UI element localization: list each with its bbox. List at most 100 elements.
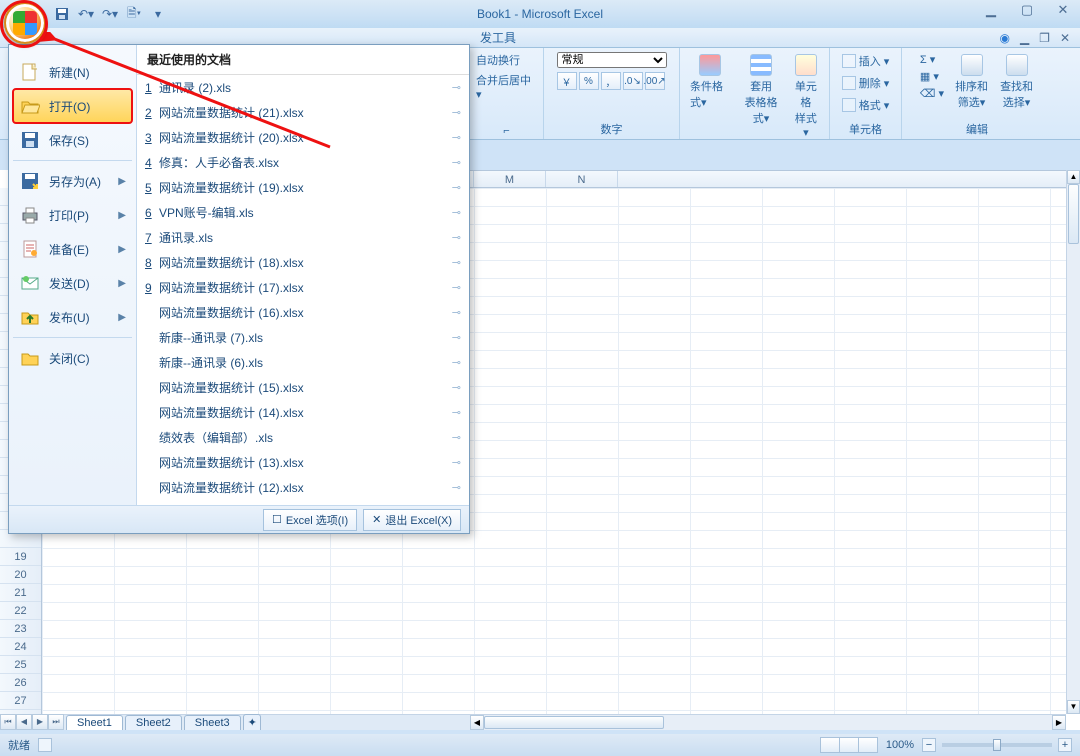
redo-icon[interactable]: ↷▾ [102, 6, 118, 22]
conditional-format-button[interactable]: 条件格式▾ [686, 52, 733, 112]
menu-item-print[interactable]: 打印(P)▶ [13, 198, 132, 232]
scroll-right-button[interactable]: ▶ [1052, 715, 1066, 730]
menu-item-open[interactable]: 打开(O) [13, 89, 132, 123]
recent-document-item[interactable]: 1通讯录 (2).xls⊸ [137, 75, 469, 100]
recent-document-item[interactable]: 9网站流量数据统计 (17).xlsx⊸ [137, 275, 469, 300]
pin-icon[interactable]: ⊸ [452, 256, 461, 269]
undo-icon[interactable]: ↶▾ [78, 6, 94, 22]
recent-document-item[interactable]: 8网站流量数据统计 (18).xlsx⊸ [137, 250, 469, 275]
tab-nav-prev[interactable]: ◀ [16, 714, 32, 730]
help-icon[interactable]: ◉ [999, 31, 1009, 45]
maximize-button[interactable]: ▢ [1016, 2, 1038, 18]
workbook-minimize-button[interactable]: ▁ [1020, 31, 1029, 45]
format-as-table-button[interactable]: 套用 表格格式▾ [737, 52, 784, 128]
recent-document-item[interactable]: 网站流量数据统计 (14).xlsx⊸ [137, 400, 469, 425]
recent-document-item[interactable]: 3网站流量数据统计 (20).xlsx⊸ [137, 125, 469, 150]
menu-item-save[interactable]: 保存(S) [13, 123, 132, 157]
column-header[interactable]: M [474, 171, 546, 187]
hscroll-thumb[interactable] [484, 716, 664, 729]
delete-button[interactable]: 删除 ▾ [839, 74, 893, 92]
row-header[interactable]: 19 [0, 548, 41, 566]
row-header[interactable]: 27 [0, 692, 41, 710]
pin-icon[interactable]: ⊸ [452, 131, 461, 144]
menu-item-send[interactable]: 发送(D)▶ [13, 266, 132, 300]
recent-document-item[interactable]: 网站流量数据统计 (12).xlsx⊸ [137, 475, 469, 500]
insert-button[interactable]: 插入 ▾ [839, 52, 893, 70]
menu-item-close[interactable]: 关闭(C) [13, 341, 132, 375]
sheet-tab-3[interactable]: Sheet3 [184, 715, 241, 730]
sheet-tab-2[interactable]: Sheet2 [125, 715, 182, 730]
sheet-tab-1[interactable]: Sheet1 [66, 715, 123, 730]
tab-nav-next[interactable]: ▶ [32, 714, 48, 730]
merge-center-button[interactable]: 合并后居中 ▾ [476, 72, 537, 101]
pin-icon[interactable]: ⊸ [452, 381, 461, 394]
ribbon-tab-visible[interactable]: 发工具 [470, 27, 526, 48]
recent-document-item[interactable]: 2网站流量数据统计 (21).xlsx⊸ [137, 100, 469, 125]
scroll-down-button[interactable]: ▼ [1067, 700, 1080, 714]
pin-icon[interactable]: ⊸ [452, 356, 461, 369]
scroll-up-button[interactable]: ▲ [1067, 170, 1080, 184]
recent-document-item[interactable]: 6VPN账号-编辑.xls⊸ [137, 200, 469, 225]
tab-nav-last[interactable]: ⏭ [48, 714, 64, 730]
zoom-slider[interactable] [942, 743, 1052, 747]
office-button[interactable] [4, 2, 46, 44]
autosum-button[interactable]: Σ ▾ [917, 52, 947, 67]
recent-document-item[interactable]: 7通讯录.xls⊸ [137, 225, 469, 250]
pin-icon[interactable]: ⊸ [452, 281, 461, 294]
minimize-button[interactable]: ▁ [980, 2, 1002, 18]
close-button[interactable]: ✕ [1052, 2, 1074, 18]
group-corner-icon[interactable]: ⌐ [503, 123, 509, 139]
row-header[interactable]: 23 [0, 620, 41, 638]
recent-document-item[interactable]: 新康--通讯录 (7).xls⊸ [137, 325, 469, 350]
recent-document-item[interactable]: 网站流量数据统计 (13).xlsx⊸ [137, 450, 469, 475]
excel-options-button[interactable]: ☐Excel 选项(I) [263, 509, 357, 531]
row-header[interactable]: 21 [0, 584, 41, 602]
pin-icon[interactable]: ⊸ [452, 306, 461, 319]
exit-excel-button[interactable]: ✕退出 Excel(X) [363, 509, 461, 531]
clear-button[interactable]: ⌫ ▾ [917, 86, 947, 101]
pin-icon[interactable]: ⊸ [452, 481, 461, 494]
vertical-scrollbar[interactable]: ▲ ▼ [1066, 170, 1080, 714]
row-header[interactable]: 20 [0, 566, 41, 584]
decrease-decimal-button[interactable]: .00↗ [645, 72, 665, 90]
row-header[interactable]: 25 [0, 656, 41, 674]
pin-icon[interactable]: ⊸ [452, 431, 461, 444]
pin-icon[interactable]: ⊸ [452, 406, 461, 419]
new-sheet-button[interactable]: ✦ [243, 714, 261, 730]
normal-view-button[interactable] [820, 737, 840, 753]
currency-button[interactable]: ￥ [557, 72, 577, 90]
save-icon[interactable] [54, 6, 70, 22]
pin-icon[interactable]: ⊸ [452, 206, 461, 219]
row-header[interactable]: 26 [0, 674, 41, 692]
zoom-out-button[interactable]: − [922, 738, 936, 752]
macro-record-icon[interactable] [38, 738, 52, 752]
workbook-close-button[interactable]: ✕ [1060, 31, 1070, 45]
number-format-select[interactable]: 常规 [557, 52, 667, 68]
row-header[interactable]: 22 [0, 602, 41, 620]
recent-document-item[interactable]: 新康--通讯录 (6).xls⊸ [137, 350, 469, 375]
zoom-level[interactable]: 100% [886, 739, 914, 751]
page-layout-view-button[interactable] [839, 737, 859, 753]
percent-button[interactable]: % [579, 72, 599, 90]
pin-icon[interactable]: ⊸ [452, 331, 461, 344]
menu-item-new[interactable]: 新建(N) [13, 55, 132, 89]
format-button[interactable]: 格式 ▾ [839, 96, 893, 114]
qat-customize-icon[interactable]: ▾ [150, 6, 166, 22]
pin-icon[interactable]: ⊸ [452, 156, 461, 169]
horizontal-scrollbar[interactable]: ◀ ▶ [470, 714, 1066, 730]
recent-document-item[interactable]: 网站流量数据统计 (15).xlsx⊸ [137, 375, 469, 400]
recent-document-item[interactable]: 5网站流量数据统计 (19).xlsx⊸ [137, 175, 469, 200]
print-preview-icon[interactable]: 🗎▾ [126, 6, 142, 22]
pin-icon[interactable]: ⊸ [452, 231, 461, 244]
scroll-left-button[interactable]: ◀ [470, 715, 484, 730]
comma-button[interactable]: ， [601, 72, 621, 90]
recent-document-item[interactable]: 绩效表（编辑部）.xls⊸ [137, 425, 469, 450]
menu-item-saveas[interactable]: 另存为(A)▶ [13, 164, 132, 198]
row-header[interactable]: 24 [0, 638, 41, 656]
pin-icon[interactable]: ⊸ [452, 456, 461, 469]
pin-icon[interactable]: ⊸ [452, 181, 461, 194]
wrap-text-button[interactable]: 自动换行 [476, 52, 520, 68]
tab-nav-first[interactable]: ⏮ [0, 714, 16, 730]
workbook-restore-button[interactable]: ❐ [1039, 31, 1050, 45]
recent-document-item[interactable]: 网站流量数据统计 (16).xlsx⊸ [137, 300, 469, 325]
